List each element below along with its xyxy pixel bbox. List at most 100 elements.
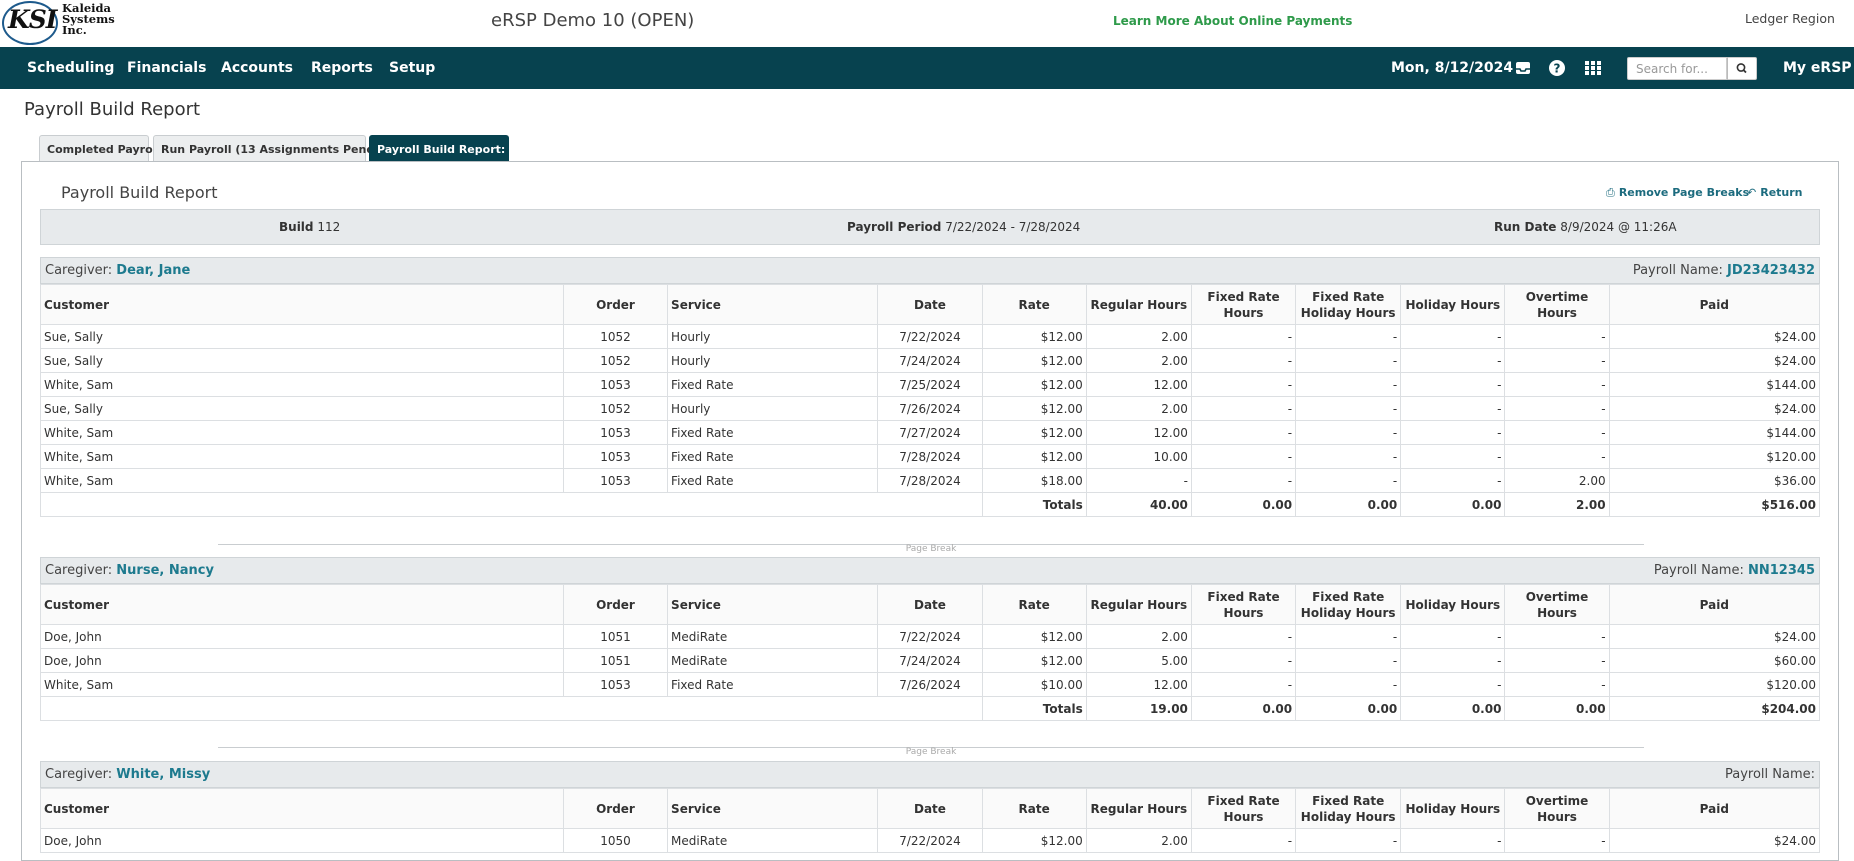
payroll-period: Payroll Period 7/22/2024 - 7/28/2024 [847, 220, 1080, 234]
search-button[interactable] [1727, 57, 1757, 80]
apps-grid-icon[interactable] [1584, 59, 1602, 77]
cell-rate: $12.00 [981, 444, 1087, 469]
tab-run-payroll[interactable]: Run Payroll (13 Assignments Pending) [153, 135, 399, 162]
cell-fixed-rate-hours: - [1190, 468, 1297, 493]
column-header-rate[interactable]: Rate [981, 788, 1087, 829]
column-header-fixed-rate-holiday-hours[interactable]: Fixed Rate Holiday Hours [1295, 788, 1402, 829]
nav-setup[interactable]: Setup [389, 60, 435, 76]
cell-paid: $36.00 [1608, 468, 1821, 493]
cell-regular-hours: 2.00 [1085, 624, 1192, 649]
cell-fixed-rate-hours: - [1190, 348, 1297, 373]
cell-customer: Doe, John [40, 624, 564, 649]
cell-holiday-hours: - [1400, 396, 1506, 421]
cell-rate: $12.00 [981, 420, 1087, 445]
column-header-fixed-rate-hours[interactable]: Fixed Rate Hours [1190, 584, 1297, 625]
caregiver-name-link[interactable]: White, Missy [116, 767, 210, 782]
cell-date: 7/26/2024 [877, 396, 983, 421]
column-header-holiday-hours[interactable]: Holiday Hours [1400, 584, 1506, 625]
column-header-service[interactable]: Service [667, 584, 879, 625]
return-link[interactable]: ↶ Return [1747, 186, 1803, 199]
page-break-divider: Page Break [218, 747, 1644, 757]
table-row: Sue, Sally 1052 Hourly 7/24/2024 $12.00 2.00-… [40, 348, 1821, 373]
cell-holiday-hours: - [1400, 624, 1506, 649]
cell-paid: $24.00 [1608, 624, 1821, 649]
payroll-table: Customer Order Service Date Rate Regular Hour… [40, 788, 1821, 853]
cell-service: Hourly [667, 396, 879, 421]
column-header-paid[interactable]: Paid [1608, 788, 1821, 829]
cell-service: MediRate [667, 828, 879, 853]
column-header-service[interactable]: Service [667, 788, 879, 829]
cell-overtime-hours: - [1504, 420, 1610, 445]
undo-arrow-icon: ↶ [1747, 186, 1757, 199]
envelope-icon[interactable] [1514, 59, 1532, 77]
column-header-service[interactable]: Service [667, 284, 879, 325]
column-header-date[interactable]: Date [877, 788, 983, 829]
total-regular-hours: 40.00 [1085, 492, 1192, 517]
cell-fixed-rate-holiday-hours: - [1295, 372, 1402, 397]
nav-scheduling[interactable]: Scheduling [27, 60, 114, 76]
totals-spacer [40, 492, 983, 517]
nav-reports[interactable]: Reports [311, 60, 373, 76]
column-header-regular-hours[interactable]: Regular Hours [1085, 788, 1192, 829]
column-header-overtime-hours[interactable]: Overtime Hours [1504, 284, 1610, 325]
column-header-fixed-rate-hours[interactable]: Fixed Rate Hours [1190, 788, 1297, 829]
cell-service: MediRate [667, 648, 879, 673]
column-header-holiday-hours[interactable]: Holiday Hours [1400, 788, 1506, 829]
column-header-rate[interactable]: Rate [981, 284, 1087, 325]
column-header-order[interactable]: Order [562, 788, 669, 829]
cell-paid: $24.00 [1608, 828, 1821, 853]
cell-paid: $24.00 [1608, 348, 1821, 373]
caregiver-label: Caregiver: [45, 563, 113, 578]
build-label: Build [279, 220, 314, 234]
column-header-rate[interactable]: Rate [981, 584, 1087, 625]
cell-overtime-hours: - [1504, 624, 1610, 649]
region-selector[interactable]: Ledger Region [1745, 11, 1835, 26]
payroll-name-value[interactable]: NN12345 [1748, 563, 1815, 578]
table-row: Doe, John 1051 MediRate 7/24/2024 $12.00 5.00… [40, 648, 1821, 673]
ksi-logo[interactable]: KSI Kaleida Systems Inc. [2, 1, 115, 45]
column-header-customer[interactable]: Customer [40, 284, 564, 325]
column-header-fixed-rate-holiday-hours[interactable]: Fixed Rate Holiday Hours [1295, 584, 1402, 625]
nav-accounts[interactable]: Accounts [221, 60, 293, 76]
learn-more-payments-link[interactable]: Learn More About Online Payments [1113, 14, 1352, 28]
payroll-name-group: Payroll Name: [1725, 767, 1815, 782]
column-header-regular-hours[interactable]: Regular Hours [1085, 284, 1192, 325]
page-title: Payroll Build Report [24, 99, 201, 120]
column-header-overtime-hours[interactable]: Overtime Hours [1504, 584, 1610, 625]
help-icon[interactable]: ? [1548, 59, 1566, 77]
cell-overtime-hours: - [1504, 348, 1610, 373]
nav-financials[interactable]: Financials [127, 60, 206, 76]
caregiver-name-link[interactable]: Dear, Jane [116, 263, 190, 278]
search-input[interactable]: Search for... [1627, 57, 1727, 80]
column-header-fixed-rate-hours[interactable]: Fixed Rate Hours [1190, 284, 1297, 325]
column-header-holiday-hours[interactable]: Holiday Hours [1400, 284, 1506, 325]
column-header-paid[interactable]: Paid [1608, 284, 1821, 325]
column-header-order[interactable]: Order [562, 284, 669, 325]
column-header-fixed-rate-holiday-hours[interactable]: Fixed Rate Holiday Hours [1295, 284, 1402, 325]
page-break-label: Page Break [905, 747, 957, 757]
tab-completed-payroll[interactable]: Completed Payroll [39, 135, 160, 162]
column-header-customer[interactable]: Customer [40, 584, 564, 625]
cell-fixed-rate-holiday-hours: - [1295, 828, 1402, 853]
column-header-paid[interactable]: Paid [1608, 584, 1821, 625]
page-break-label: Page Break [905, 544, 957, 554]
my-ersp-menu[interactable]: My eRSP [1783, 60, 1852, 76]
caregiver-label-group: Caregiver: White, Missy [45, 767, 210, 782]
column-header-date[interactable]: Date [877, 284, 983, 325]
payroll-name-group: Payroll Name: JD23423432 [1633, 263, 1815, 278]
remove-page-breaks-link[interactable]: ⎙ Remove Page Breaks [1606, 186, 1749, 200]
column-header-date[interactable]: Date [877, 584, 983, 625]
cell-paid: $144.00 [1608, 372, 1821, 397]
column-header-overtime-hours[interactable]: Overtime Hours [1504, 788, 1610, 829]
tab-payroll-build-report[interactable]: Payroll Build Report: 112 [369, 135, 532, 162]
cell-overtime-hours: 2.00 [1504, 468, 1610, 493]
payroll-name-value[interactable]: JD23423432 [1727, 263, 1815, 278]
logo-ksi-text: KSI [8, 5, 57, 34]
cell-paid: $144.00 [1608, 420, 1821, 445]
total-overtime-hours: 0.00 [1504, 696, 1610, 721]
column-header-order[interactable]: Order [562, 584, 669, 625]
caregiver-name-link[interactable]: Nurse, Nancy [116, 563, 214, 578]
column-header-customer[interactable]: Customer [40, 788, 564, 829]
cell-order: 1050 [562, 828, 669, 853]
column-header-regular-hours[interactable]: Regular Hours [1085, 584, 1192, 625]
